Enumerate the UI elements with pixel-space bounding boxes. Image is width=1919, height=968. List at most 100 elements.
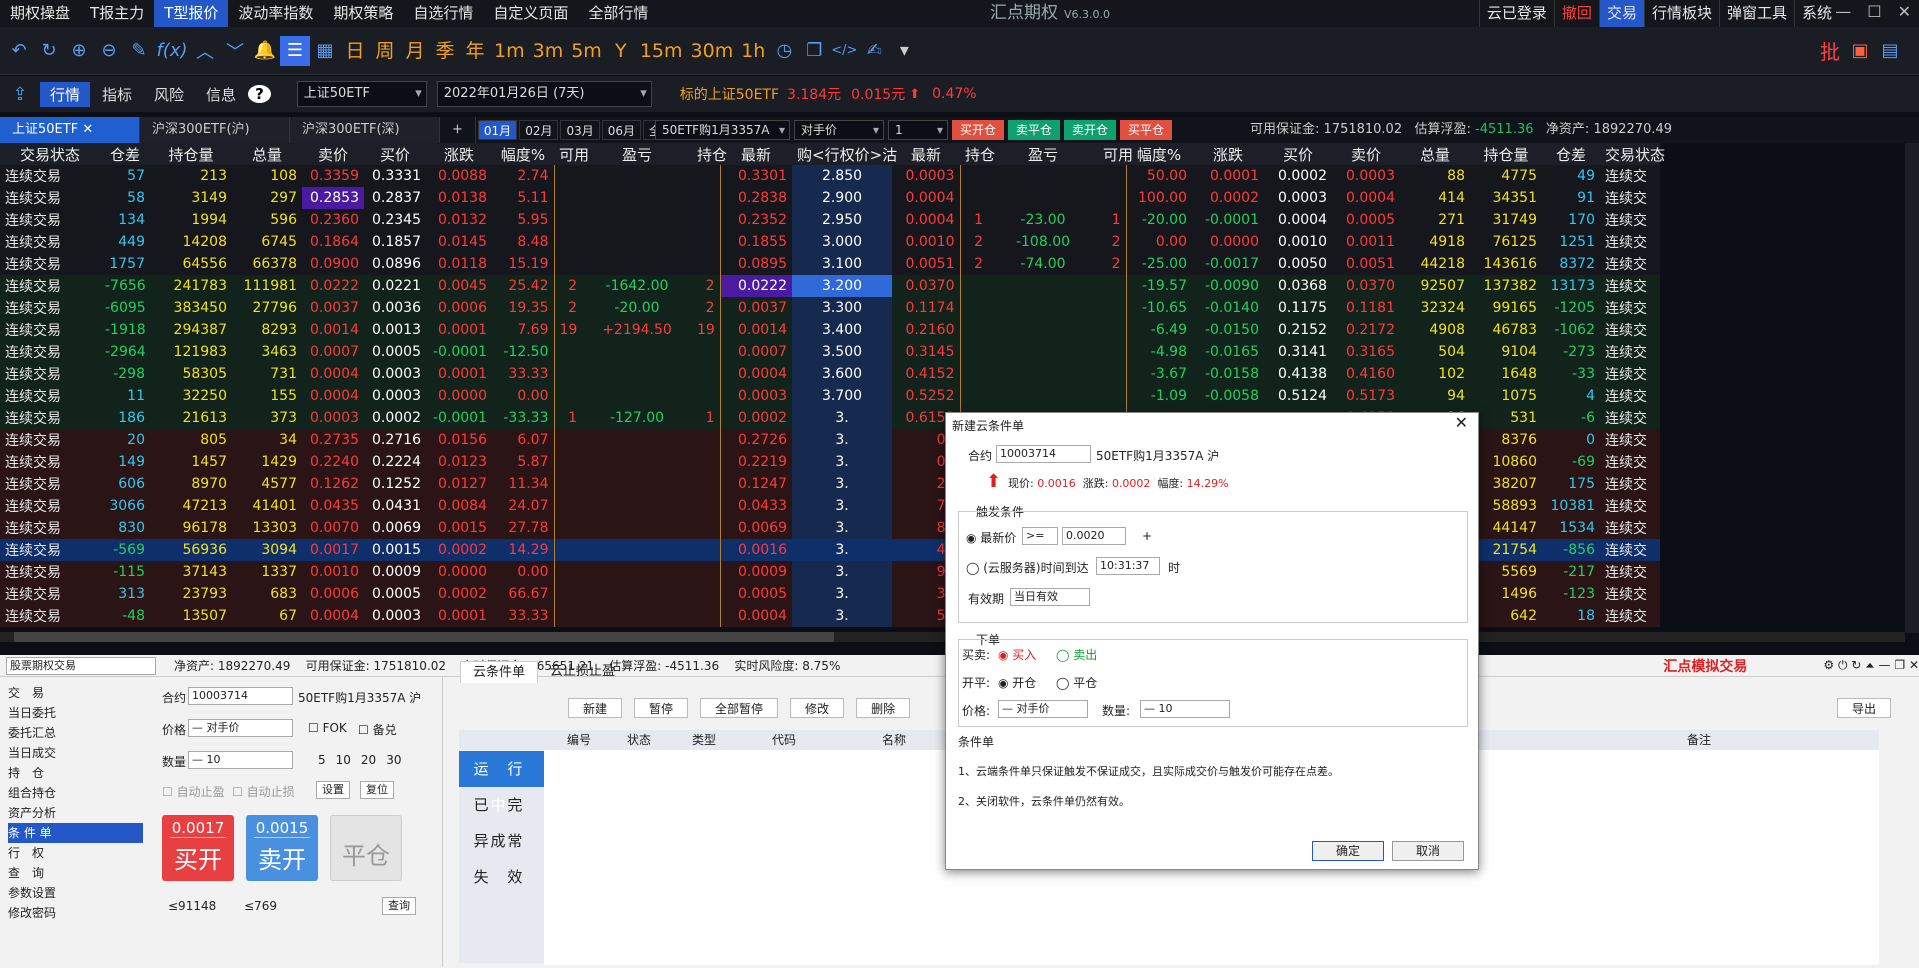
tab-cloud-cond[interactable]: 云条件单 — [460, 661, 539, 683]
dlg-add-trigger-icon[interactable]: + — [1142, 529, 1152, 543]
tab-quote[interactable]: 行情 — [40, 81, 91, 107]
table-row[interactable]: 连续交易 58 3149 297 0.2853 0.2837 0.0138 5.11 0.283… — [0, 187, 1660, 209]
quick-order-icon[interactable]: ▣ — [1845, 36, 1875, 66]
export-button[interactable]: 导出 — [1836, 698, 1891, 718]
order-contract[interactable]: 50ETF购1月3357A — [655, 120, 790, 140]
tab-cloud-tpsl[interactable]: 云止损止盈 — [538, 661, 627, 683]
col-header[interactable]: 买价 — [1264, 143, 1332, 165]
dlg-valid-select[interactable]: 当日有效 — [1010, 588, 1090, 606]
quote-sector-menu[interactable]: 行情板块 — [1643, 0, 1719, 27]
cloud-login[interactable]: 云已登录 — [1478, 0, 1554, 27]
draw-icon[interactable]: ✍ — [859, 36, 889, 66]
period-3m[interactable]: 3m — [529, 36, 568, 66]
order-qty[interactable]: 1 — [888, 120, 948, 140]
covered-checkbox[interactable]: ☐ 备兑 — [358, 721, 397, 738]
tree-combo-positions[interactable]: 组合持仓 — [8, 783, 143, 803]
menu-t-main[interactable]: T报主力 — [80, 0, 154, 27]
menu-strategy[interactable]: 期权策略 — [323, 0, 403, 27]
status-error[interactable]: 异 常 — [459, 823, 544, 859]
col-header[interactable]: 幅度% — [492, 143, 554, 165]
zoom-out-icon[interactable]: ⊖ — [94, 36, 124, 66]
system-menu[interactable]: 系统 — [1793, 0, 1839, 27]
market-icon[interactable]: ▤ — [1875, 36, 1905, 66]
reset-button[interactable]: 复位 — [360, 781, 394, 799]
period-5m[interactable]: 5m — [567, 36, 606, 66]
month-03[interactable]: 03月 — [560, 120, 600, 140]
table-row[interactable]: 连续交易 -2964 121983 3463 0.0007 0.0005 -0.0001 -1… — [0, 341, 1660, 363]
underlying-select[interactable]: 上证50ETF — [296, 81, 427, 107]
status-running[interactable]: 运 行 中 — [459, 751, 544, 814]
clock-icon[interactable]: ◷ — [769, 36, 799, 66]
col-header[interactable]: 涨跌 — [426, 143, 492, 165]
delete-button[interactable]: 删除 — [856, 698, 911, 718]
col-header[interactable]: 持仓 — [692, 143, 727, 165]
col-header[interactable]: 盈亏 — [582, 143, 692, 165]
col-header[interactable]: 交易状态 — [1600, 143, 1665, 165]
col-header[interactable]: 可用 — [554, 143, 589, 165]
subtab-300etf-sz[interactable]: 沪深300ETF(深) — [290, 117, 440, 143]
tree-asset-analysis[interactable]: 资产分析 — [8, 803, 143, 823]
minimize-icon[interactable]: — — [1835, 2, 1851, 21]
table-row[interactable]: 连续交易 11 32250 155 0.0004 0.0003 0.0000 0.00 0.00… — [0, 385, 1660, 407]
code-icon[interactable]: </> — [829, 36, 859, 66]
settings-icon[interactable]: ⚙ ⏻ ↻ ⏶ — ❐ ✕ — [1823, 658, 1919, 673]
withdraw-button[interactable]: 撤回 — [1553, 0, 1599, 27]
dlg-time-radio[interactable]: ◯ (云服务器)时间到达 — [966, 559, 1089, 576]
period-year[interactable]: 年 — [460, 36, 490, 66]
expiry-select[interactable]: 2022年01月26日 (7天) — [436, 81, 652, 107]
period-week[interactable]: 周 — [370, 36, 400, 66]
dlg-trigger-price[interactable]: 0.0020 — [1062, 527, 1126, 545]
new-button[interactable]: 新建 — [568, 698, 623, 718]
close-tab-icon[interactable]: ✕ — [82, 122, 93, 137]
menu-all-quotes[interactable]: 全部行情 — [578, 0, 658, 27]
table-row[interactable]: 连续交易 449 14208 6745 0.1864 0.1857 0.0145 8.48 0.… — [0, 231, 1660, 253]
zoom-in-icon[interactable]: ⊕ — [64, 36, 94, 66]
col-header[interactable]: 交易状态 — [0, 143, 100, 165]
pen-icon[interactable]: ✎ — [124, 36, 154, 66]
contract-input[interactable]: 10003714 — [188, 687, 293, 705]
pause-all-button[interactable]: 全部暂停 — [700, 698, 779, 718]
dlg-sell-radio[interactable]: ◯ 卖出 — [1056, 646, 1097, 663]
subtab-50etf[interactable]: 上证50ETF ✕ — [0, 117, 140, 143]
table-row[interactable]: 连续交易 1757 64556 66378 0.0900 0.0896 0.0118 15.1… — [0, 253, 1660, 275]
upload-icon[interactable]: ⇪ — [0, 84, 40, 105]
col-header[interactable]: 卖价 — [302, 143, 364, 165]
tree-params[interactable]: 参数设置 — [8, 883, 143, 903]
close-icon[interactable]: ✕ — [1898, 2, 1911, 21]
menu-custom-page[interactable]: 自定义页面 — [483, 0, 578, 27]
qty-preset-30[interactable]: 30 — [386, 753, 401, 767]
menu-vol-index[interactable]: 波动率指数 — [228, 0, 323, 27]
fok-checkbox[interactable]: ☐ FOK — [308, 721, 347, 735]
help-icon[interactable]: ? — [248, 85, 271, 103]
close-big-button[interactable]: 平仓 — [330, 815, 402, 881]
period-1m[interactable]: 1m — [490, 36, 529, 66]
period-y[interactable]: Y — [606, 36, 636, 66]
period-quarter[interactable]: 季 — [430, 36, 460, 66]
fx-button[interactable]: f(x) — [154, 36, 190, 66]
windows-icon[interactable]: ❐ — [799, 36, 829, 66]
col-header[interactable]: 买价 — [364, 143, 426, 165]
period-30m[interactable]: 30m — [687, 36, 738, 66]
subtab-300etf-sh[interactable]: 沪深300ETF(沪) — [140, 117, 290, 143]
table-row[interactable]: 连续交易 134 1994 596 0.2360 0.2345 0.0132 5.95 0.23… — [0, 209, 1660, 231]
tree-exercise[interactable]: 行 权 — [8, 843, 143, 863]
tree-order-summary[interactable]: 委托汇总 — [8, 723, 143, 743]
more-icon[interactable]: ▾ — [889, 36, 919, 66]
dlg-open-radio[interactable]: ◉ 开仓 — [998, 674, 1036, 691]
dialog-close-icon[interactable]: ✕ — [1455, 413, 1468, 432]
dlg-latest-radio[interactable]: ◉ 最新价 — [966, 529, 1016, 546]
menu-t-quote[interactable]: T型报价 — [154, 0, 229, 27]
qty-preset-20[interactable]: 20 — [361, 753, 376, 767]
tree-conditional-orders[interactable]: 条 件 单 — [8, 823, 143, 843]
down-icon[interactable]: ﹀ — [220, 36, 250, 66]
tab-info[interactable]: 信息 — [196, 82, 246, 107]
popup-tools-menu[interactable]: 弹窗工具 — [1718, 0, 1794, 27]
table-row[interactable]: 连续交易 -7656 241783 111981 0.0222 0.0221 0.0045 2… — [0, 275, 1660, 297]
dlg-price-input[interactable]: — 对手价 — [998, 700, 1088, 718]
tab-indicator[interactable]: 指标 — [92, 82, 142, 107]
undo-icon[interactable]: ↶ — [4, 36, 34, 66]
dlg-cancel-button[interactable]: 取消 — [1392, 841, 1464, 861]
vertical-scrollbar[interactable] — [1905, 143, 1919, 633]
account-type-select[interactable]: 股票期权交易 — [6, 656, 156, 675]
period-1h[interactable]: 1h — [737, 36, 769, 66]
